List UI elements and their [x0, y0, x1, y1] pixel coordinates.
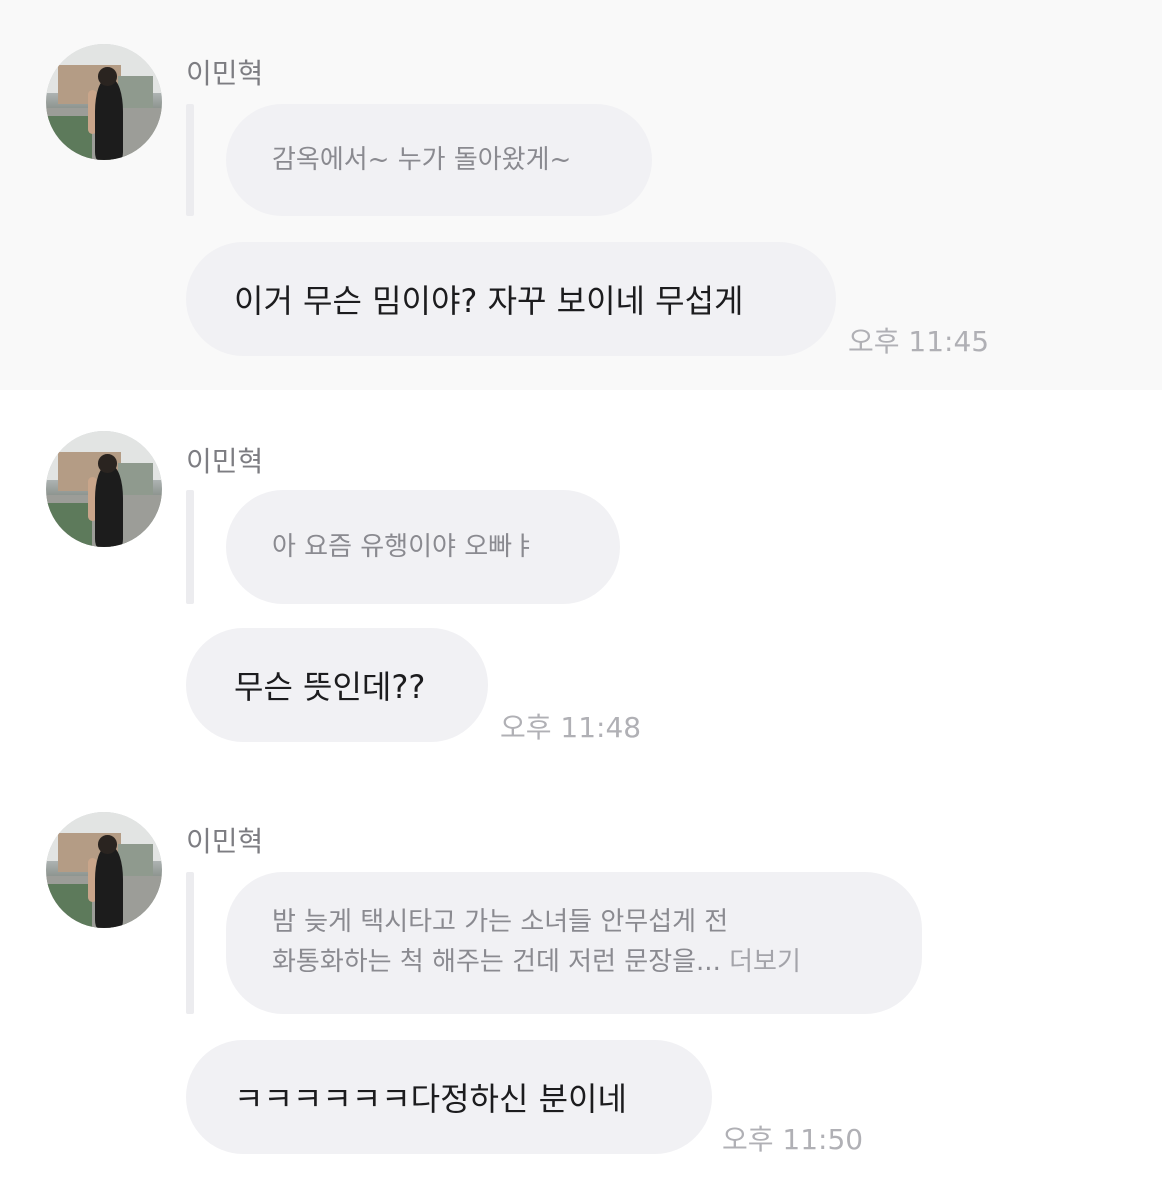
reply-indicator: [186, 872, 194, 1014]
message-group: 이민혁 밤 늦게 택시타고 가는 소녀들 안무섭게 전 화통화하는 척 해주는 …: [0, 786, 1162, 1200]
avatar[interactable]: [46, 44, 162, 160]
message-bubble[interactable]: 무슨 뜻인데??: [186, 628, 488, 742]
quoted-text: 감옥에서~ 누가 돌아왔게~: [272, 145, 572, 175]
avatar[interactable]: [46, 812, 162, 928]
message-text: 이거 무슨 밈이야? 자꾸 보이네 무섭게: [234, 282, 744, 320]
quoted-message[interactable]: 감옥에서~ 누가 돌아왔게~: [226, 104, 652, 216]
message-group: 이민혁 감옥에서~ 누가 돌아왔게~ 이거 무슨 밈이야? 자꾸 보이네 무섭게…: [0, 0, 1162, 390]
message-text: ㅋㅋㅋㅋㅋㅋ다정하신 분이네: [234, 1080, 627, 1118]
timestamp: 오후 11:45: [848, 325, 990, 358]
timestamp: 오후 11:48: [500, 711, 642, 744]
quoted-text-line: 화통화하는 척 해주는 건데 저런 문장을... 더보기: [272, 942, 801, 982]
sender-name: 이민혁: [186, 445, 264, 478]
timestamp: 오후 11:50: [722, 1123, 864, 1156]
reply-indicator: [186, 490, 194, 604]
message-bubble[interactable]: ㅋㅋㅋㅋㅋㅋ다정하신 분이네: [186, 1040, 712, 1154]
message-bubble[interactable]: 이거 무슨 밈이야? 자꾸 보이네 무섭게: [186, 242, 836, 356]
quoted-message[interactable]: 아 요즘 유행이야 오빠ㅑ: [226, 490, 620, 604]
sender-name: 이민혁: [186, 57, 264, 90]
message-text: 무슨 뜻인데??: [234, 668, 426, 706]
reply-indicator: [186, 104, 194, 216]
quoted-text-line-2: 화통화하는 척 해주는 건데 저런 문장을...: [272, 947, 721, 977]
sender-name: 이민혁: [186, 825, 264, 858]
avatar[interactable]: [46, 431, 162, 547]
message-group: 이민혁 아 요즘 유행이야 오빠ㅑ 무슨 뜻인데?? 오후 11:48: [0, 390, 1162, 786]
quoted-message[interactable]: 밤 늦게 택시타고 가는 소녀들 안무섭게 전 화통화하는 척 해주는 건데 저…: [226, 872, 922, 1014]
quoted-text: 아 요즘 유행이야 오빠ㅑ: [272, 532, 536, 562]
see-more-link[interactable]: 더보기: [729, 947, 801, 977]
quoted-text-line: 밤 늦게 택시타고 가는 소녀들 안무섭게 전: [272, 907, 729, 937]
